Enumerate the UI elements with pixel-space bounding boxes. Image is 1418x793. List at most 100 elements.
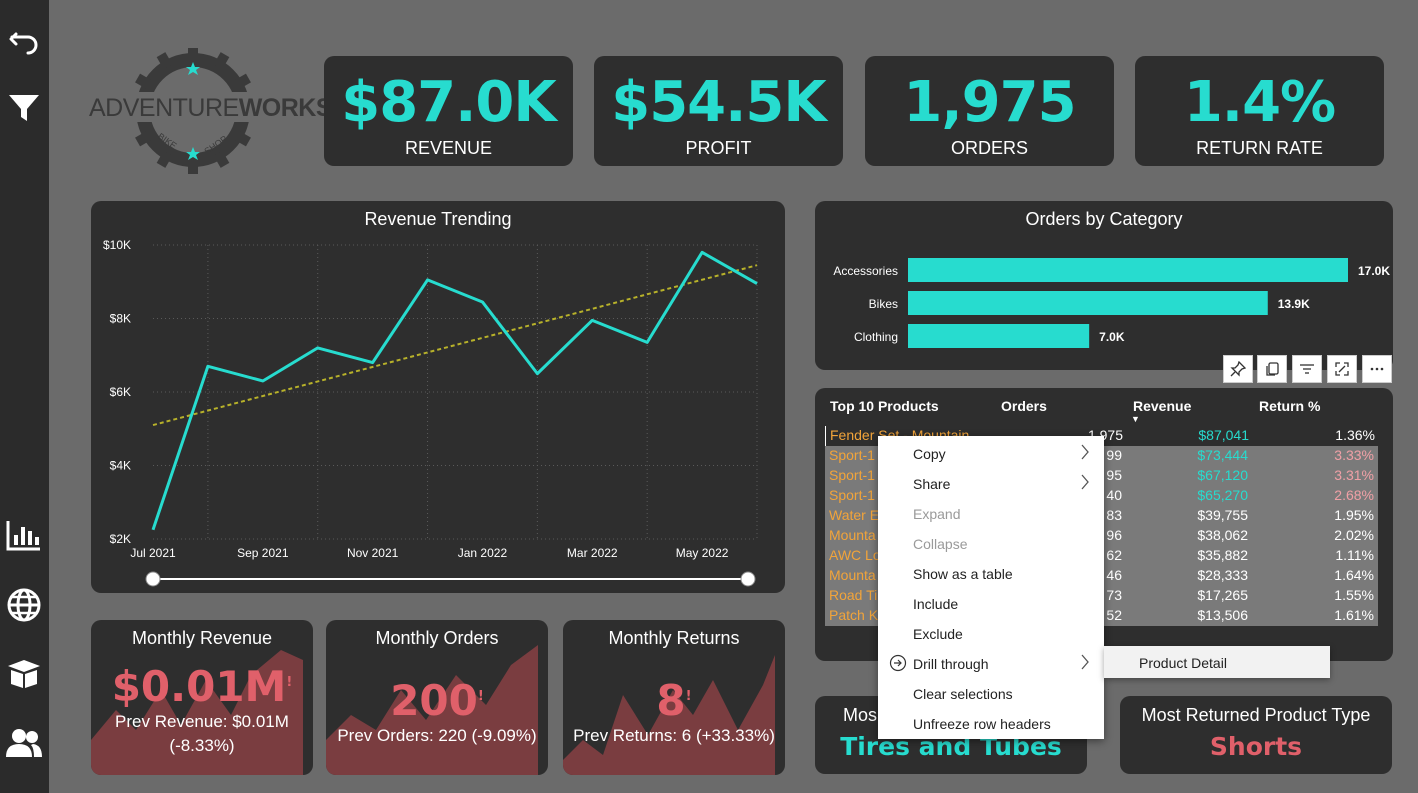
box-icon[interactable] bbox=[6, 656, 42, 692]
menu-item-clear-selections[interactable]: Clear selections bbox=[878, 678, 1104, 708]
category-bar[interactable] bbox=[908, 324, 1090, 348]
slider-handle-start[interactable] bbox=[145, 571, 161, 587]
kpi-card-profit[interactable]: $54.5K PROFIT bbox=[594, 56, 843, 166]
trend-line bbox=[152, 264, 758, 427]
chevron-right-icon bbox=[1080, 443, 1090, 464]
monthly-returns-card[interactable]: Monthly Returns 8! Prev Returns: 6 (+33.… bbox=[563, 620, 785, 775]
table-cell-product: Sport-1 bbox=[829, 447, 875, 463]
table-cell-orders: 62 bbox=[1106, 547, 1122, 563]
chart-icon[interactable] bbox=[6, 518, 42, 554]
most-returned-card[interactable]: Most Returned Product Type Shorts bbox=[1120, 696, 1392, 774]
orders-by-category-card[interactable]: Orders by Category Accessories 17.0K Bikes… bbox=[815, 201, 1393, 370]
x-tick-label: Mar 2022 bbox=[567, 546, 618, 560]
revenue-line-chart: $2K $4K $6K $8K $10K Jul 2021 Sep 2021 Nov 2021… bbox=[103, 238, 758, 587]
table-cell-revenue: $73,444 bbox=[1197, 447, 1248, 463]
table-cell-return: 3.31% bbox=[1334, 467, 1374, 483]
pin-icon[interactable] bbox=[1223, 355, 1253, 383]
monthly-orders-card[interactable]: Monthly Orders 200! Prev Orders: 220 (-9… bbox=[326, 620, 548, 775]
bar-value-label: 7.0K bbox=[1099, 330, 1125, 344]
category-label: Accessories bbox=[833, 264, 898, 278]
menu-item-show-as-table[interactable]: Show as a table bbox=[878, 558, 1104, 588]
prev-value: Prev Returns: 6 (+33.33%) bbox=[573, 726, 775, 745]
table-cell-return: 3.33% bbox=[1334, 447, 1374, 463]
table-cell-product: Road Ti bbox=[829, 587, 878, 603]
prev-value: Prev Revenue: $0.01M bbox=[115, 712, 289, 731]
table-cell-product: Mounta bbox=[829, 567, 876, 583]
kpi-label: PROFIT bbox=[685, 138, 752, 158]
sort-descending-icon[interactable]: ▼ bbox=[1131, 414, 1140, 424]
table-cell-orders: 73 bbox=[1106, 587, 1122, 603]
table-cell-orders: 83 bbox=[1106, 507, 1122, 523]
kpi-label: REVENUE bbox=[404, 138, 493, 158]
chevron-right-icon bbox=[1080, 473, 1090, 494]
column-header-product[interactable]: Top 10 Products bbox=[830, 398, 939, 414]
menu-item-expand: Expand bbox=[913, 506, 961, 522]
category-bar[interactable] bbox=[908, 258, 1348, 282]
monthly-revenue-card[interactable]: Monthly Revenue $0.01M! Prev Revenue: $0… bbox=[91, 620, 313, 775]
menu-item-drill-through[interactable]: Drill through bbox=[878, 648, 1104, 678]
table-cell-revenue: $17,265 bbox=[1197, 587, 1248, 603]
table-cell-orders: 52 bbox=[1106, 607, 1122, 623]
table-cell-orders: 40 bbox=[1106, 487, 1122, 503]
globe-icon[interactable] bbox=[6, 587, 42, 623]
kpi-value: 1.4% bbox=[1183, 70, 1336, 135]
filter-icon[interactable] bbox=[6, 90, 42, 126]
table-cell-revenue: $39,755 bbox=[1197, 507, 1248, 523]
card-title: Monthly Revenue bbox=[131, 628, 273, 648]
column-header-orders[interactable]: Orders bbox=[1001, 398, 1047, 414]
card-value: 200! bbox=[390, 676, 484, 725]
kpi-value: $54.5K bbox=[611, 70, 827, 135]
table-cell-orders: 99 bbox=[1106, 447, 1122, 463]
revenue-trending-card[interactable]: Revenue Trending $2K $4K $6K $8K $10K Jul 202… bbox=[91, 201, 785, 593]
table-cell-revenue: $35,882 bbox=[1197, 547, 1248, 563]
users-icon[interactable] bbox=[6, 725, 42, 761]
menu-item-include[interactable]: Include bbox=[878, 588, 1104, 618]
kpi-card-revenue[interactable]: $87.0K REVENUE bbox=[324, 56, 573, 166]
filter-visual-icon[interactable] bbox=[1292, 355, 1322, 383]
sidebar bbox=[0, 0, 49, 793]
x-tick-label: May 2022 bbox=[676, 546, 729, 560]
column-header-return[interactable]: Return % bbox=[1259, 398, 1320, 414]
prev-change: (-8.33%) bbox=[169, 736, 235, 755]
y-tick-label: $10K bbox=[103, 238, 131, 252]
category-bar[interactable] bbox=[908, 291, 1268, 315]
column-header-revenue[interactable]: Revenue bbox=[1133, 398, 1191, 414]
context-menu: Copy Share Expand Collapse Show as a tab… bbox=[878, 436, 1104, 739]
bar-value-label: 17.0K bbox=[1358, 264, 1390, 278]
kpi-value: 1,975 bbox=[903, 70, 1076, 135]
series-line bbox=[151, 250, 758, 531]
card-value: Shorts bbox=[1209, 732, 1303, 761]
brand-name: ADVENTUREWORKS bbox=[89, 94, 333, 122]
prev-value: Prev Orders: 220 (-9.09%) bbox=[337, 726, 537, 745]
chevron-right-icon bbox=[1080, 653, 1090, 674]
menu-item-copy[interactable]: Copy bbox=[878, 438, 1104, 468]
kpi-card-return-rate[interactable]: 1.4% RETURN RATE bbox=[1135, 56, 1384, 166]
table-cell-revenue: $67,120 bbox=[1197, 467, 1248, 483]
table-cell-orders: 96 bbox=[1106, 527, 1122, 543]
menu-item-unfreeze-row-headers[interactable]: Unfreeze row headers bbox=[878, 708, 1104, 738]
bar-value-label: 13.9K bbox=[1278, 297, 1310, 311]
y-tick-label: $8K bbox=[110, 312, 131, 326]
card-title: Monthly Orders bbox=[375, 628, 499, 648]
kpi-card-orders[interactable]: 1,975 ORDERS bbox=[865, 56, 1114, 166]
menu-item-share[interactable]: Share bbox=[878, 468, 1104, 498]
x-tick-label: Jan 2022 bbox=[458, 546, 508, 560]
back-icon[interactable] bbox=[6, 22, 42, 58]
more-options-icon[interactable] bbox=[1362, 355, 1392, 383]
copy-icon[interactable] bbox=[1257, 355, 1287, 383]
card-title: Mos bbox=[843, 705, 878, 725]
focus-mode-icon[interactable] bbox=[1327, 355, 1357, 383]
table-cell-revenue: $65,270 bbox=[1197, 487, 1248, 503]
menu-item-collapse: Collapse bbox=[913, 536, 968, 552]
adventureworks-logo: ADVENTUREWORKS BIKE SHOP bbox=[85, 46, 333, 178]
kpi-label: RETURN RATE bbox=[1196, 138, 1323, 158]
menu-item-exclude[interactable]: Exclude bbox=[878, 618, 1104, 648]
table-cell-revenue: $87,041 bbox=[1198, 427, 1249, 443]
table-cell-return: 1.64% bbox=[1334, 567, 1374, 583]
card-value: $0.01M! bbox=[111, 662, 293, 711]
submenu-product-detail[interactable]: Product Detail bbox=[1104, 646, 1330, 678]
slider-handle-end[interactable] bbox=[740, 571, 756, 587]
table-cell-return: 1.61% bbox=[1334, 607, 1374, 623]
table-cell-product: Mounta bbox=[829, 527, 876, 543]
table-cell-product: Sport-1 bbox=[829, 467, 875, 483]
